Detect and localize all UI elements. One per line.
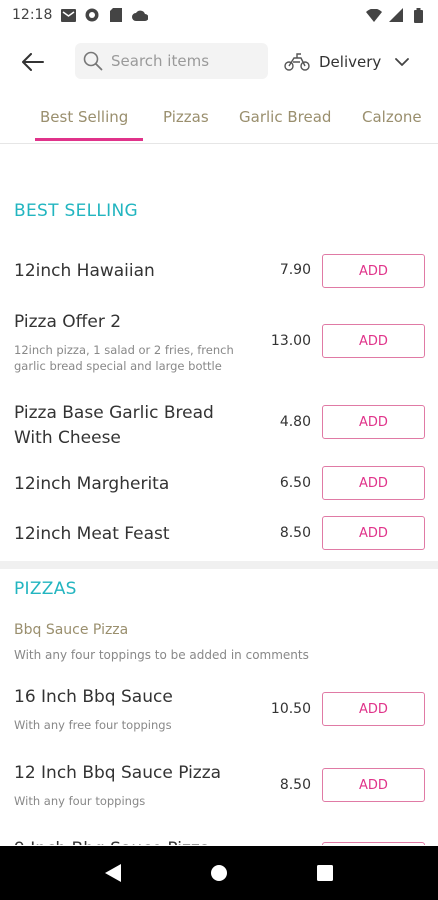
status-bar: 12:18 bbox=[0, 0, 438, 30]
section-divider bbox=[0, 561, 438, 569]
item-price: 10.50 bbox=[270, 701, 311, 717]
add-button[interactable]: ADD bbox=[322, 254, 425, 288]
subcategory-description: With any four toppings to be added in co… bbox=[14, 648, 309, 662]
add-button[interactable] bbox=[322, 842, 425, 845]
system-nav-bar bbox=[0, 846, 438, 900]
item-description: With any free four toppings bbox=[14, 718, 172, 732]
sim-icon bbox=[108, 7, 124, 23]
header: Delivery bbox=[0, 40, 438, 84]
tab-garlic-bread[interactable]: Garlic Bread bbox=[239, 108, 331, 126]
item-name: 12 Inch Bbq Sauce Pizza bbox=[14, 763, 222, 783]
tabs-divider bbox=[0, 143, 438, 144]
item-name: 12inch Hawaiian bbox=[14, 261, 155, 281]
circle-icon bbox=[84, 7, 100, 23]
tab-calzone[interactable]: Calzone bbox=[362, 108, 422, 126]
nav-recents-button[interactable] bbox=[305, 853, 345, 893]
section-title-best-selling: BEST SELLING bbox=[14, 201, 138, 221]
add-button[interactable]: ADD bbox=[322, 768, 425, 802]
add-button[interactable]: ADD bbox=[322, 692, 425, 726]
delivery-label: Delivery bbox=[319, 53, 382, 71]
category-tabs: Best Selling Pizzas Garlic Bread Calzone bbox=[0, 96, 438, 142]
item-name: 12inch Margherita bbox=[14, 474, 170, 494]
item-price: 7.90 bbox=[279, 262, 311, 278]
arrow-left-icon bbox=[22, 53, 44, 71]
search-input[interactable] bbox=[111, 52, 261, 70]
item-price: 6.50 bbox=[279, 475, 311, 491]
item-price: 4.80 bbox=[279, 414, 311, 430]
add-button[interactable]: ADD bbox=[322, 516, 425, 550]
chevron-down-icon bbox=[395, 57, 410, 66]
item-description: 12inch pizza, 1 salad or 2 fries, french… bbox=[14, 343, 234, 373]
section-title-pizzas: PIZZAS bbox=[14, 579, 77, 599]
search-icon bbox=[83, 51, 103, 71]
add-button[interactable]: ADD bbox=[322, 466, 425, 500]
nav-back-button[interactable] bbox=[93, 853, 133, 893]
signal-icon bbox=[388, 7, 404, 23]
search-box[interactable] bbox=[75, 43, 268, 79]
nav-home-button[interactable] bbox=[199, 853, 239, 893]
triangle-back-icon bbox=[105, 864, 121, 882]
item-name: 9 Inch Bbq Sauce Pizza bbox=[14, 837, 210, 845]
tab-pizzas[interactable]: Pizzas bbox=[163, 108, 209, 126]
cloud-icon bbox=[132, 7, 149, 23]
active-tab-indicator bbox=[35, 138, 143, 141]
item-name: 12inch Meat Feast bbox=[14, 524, 170, 544]
status-time: 12:18 bbox=[12, 7, 53, 23]
item-name: Pizza Base Garlic Bread With Cheese bbox=[14, 403, 214, 448]
item-price: 13.00 bbox=[270, 333, 311, 349]
item-name: Pizza Offer 2 bbox=[14, 312, 122, 332]
wifi-icon bbox=[366, 7, 382, 23]
item-name: 16 Inch Bbq Sauce bbox=[14, 687, 173, 707]
back-button[interactable] bbox=[13, 42, 53, 82]
subcategory-name: Bbq Sauce Pizza bbox=[14, 622, 129, 638]
item-price: 8.50 bbox=[279, 525, 311, 541]
square-recents-icon bbox=[317, 865, 333, 881]
delivery-selector[interactable]: Delivery bbox=[283, 40, 410, 84]
mail-icon bbox=[60, 7, 76, 23]
add-button[interactable]: ADD bbox=[322, 324, 425, 358]
circle-home-icon bbox=[211, 865, 227, 881]
menu-list[interactable]: BEST SELLING 12inch Hawaiian 7.90 ADD Pi… bbox=[0, 145, 438, 845]
item-price: 8.50 bbox=[279, 777, 311, 793]
battery-icon bbox=[410, 7, 426, 23]
add-button[interactable]: ADD bbox=[322, 405, 425, 439]
tab-best-selling[interactable]: Best Selling bbox=[40, 108, 128, 126]
scooter-icon bbox=[284, 53, 310, 71]
item-description: With any four toppings bbox=[14, 794, 146, 808]
